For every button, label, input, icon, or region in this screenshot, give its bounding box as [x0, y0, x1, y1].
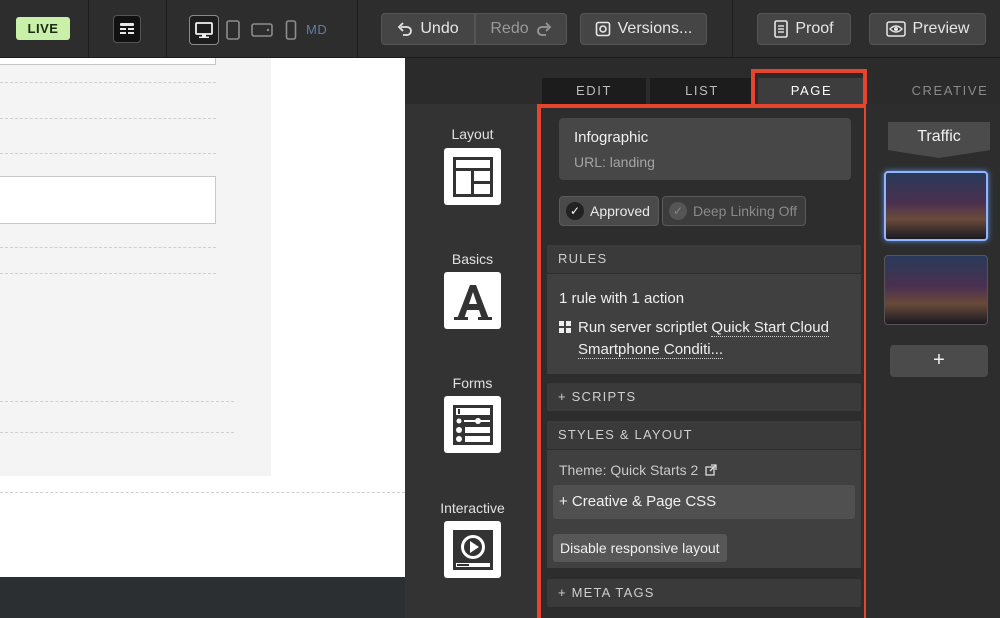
widget-label: Layout: [451, 126, 494, 142]
add-creative-button[interactable]: +: [890, 345, 988, 377]
dashed-guide: [0, 273, 216, 274]
text-a-icon[interactable]: [444, 272, 501, 329]
page-url: URL: landing: [574, 154, 655, 170]
widget-palette: Layout Basics Forms Interactive: [405, 104, 540, 618]
versions-icon: [595, 21, 610, 37]
styles-section-header[interactable]: STYLES & LAYOUT: [547, 421, 861, 449]
approved-toggle[interactable]: ✓ Approved: [559, 196, 659, 226]
rule-action-prefix: Run server scriptlet: [578, 319, 712, 336]
panel-tabs: EDIT LIST PAGE CREATIVE: [405, 58, 1000, 104]
rules-section-header[interactable]: RULES: [547, 245, 861, 273]
document-icon: [774, 20, 789, 38]
disable-responsive-button[interactable]: Disable responsive layout: [553, 534, 727, 562]
page-info-card[interactable]: Infographic URL: landing: [559, 118, 851, 180]
tab-creative[interactable]: CREATIVE: [900, 78, 1000, 104]
page-canvas[interactable]: [0, 58, 405, 577]
page-settings-panel: Infographic URL: landing ✓ Approved ✓ De…: [541, 104, 865, 618]
dashed-guide: [0, 118, 216, 119]
preview-label: Preview: [912, 20, 970, 37]
tab-page[interactable]: PAGE: [758, 78, 865, 104]
creative-page-css-button[interactable]: + Creative & Page CSS: [553, 485, 855, 519]
external-edit-icon[interactable]: [705, 464, 717, 476]
toolbar-divider: [732, 0, 733, 58]
phone-view-icon[interactable]: [282, 19, 300, 41]
canvas-element-box[interactable]: [0, 58, 216, 65]
proof-label: Proof: [795, 20, 834, 37]
toolbar-divider: [88, 0, 89, 58]
tab-edit[interactable]: EDIT: [542, 78, 646, 104]
widget-forms[interactable]: Forms: [405, 375, 540, 391]
tablet-landscape-view-icon[interactable]: [250, 21, 274, 39]
dashed-guide: [0, 401, 234, 402]
redo-icon: [536, 22, 551, 36]
preview-eye-icon: [885, 21, 906, 37]
theme-label: Theme: Quick Starts 2: [559, 462, 699, 478]
proof-button[interactable]: Proof: [757, 13, 851, 45]
form-icon[interactable]: [444, 396, 501, 453]
components-panel-icon[interactable]: [113, 15, 141, 43]
scriptlet-link[interactable]: Quick Start Cloud: [711, 319, 829, 337]
versions-label: Versions...: [617, 20, 693, 37]
scriptlet-link-continued[interactable]: Smartphone Conditi...: [578, 341, 724, 359]
widget-layout[interactable]: Layout: [405, 126, 540, 142]
top-toolbar: LIVE MD Undo Redo Versions... Proof Prev…: [0, 0, 1000, 58]
creative-column: Traffic +: [866, 104, 1000, 618]
widget-label: Interactive: [440, 500, 505, 516]
tablet-view-icon[interactable]: [223, 19, 243, 41]
grid-icon: [559, 321, 571, 333]
styles-section-body: Theme: Quick Starts 2 + Creative & Page …: [547, 450, 861, 568]
dashed-guide: [0, 153, 216, 154]
undo-label: Undo: [420, 20, 459, 37]
redo-label: Redo: [490, 20, 529, 37]
toolbar-divider: [166, 0, 167, 58]
app-root: LIVE MD Undo Redo Versions... Proof Prev…: [0, 0, 1000, 618]
widget-interactive[interactable]: Interactive: [405, 500, 540, 516]
rule-action[interactable]: Run server scriptlet Quick Start Cloud S…: [559, 317, 849, 361]
versions-button[interactable]: Versions...: [580, 13, 707, 45]
deep-linking-toggle[interactable]: ✓ Deep Linking Off: [662, 196, 807, 226]
approved-label: Approved: [590, 203, 650, 219]
meta-tags-section-header[interactable]: + META TAGS: [547, 579, 861, 607]
dashed-guide: [0, 247, 216, 248]
desktop-view-icon[interactable]: [189, 15, 219, 45]
canvas-section[interactable]: [0, 58, 271, 476]
creative-thumbnail-selected[interactable]: [884, 171, 988, 241]
rules-section-body: 1 rule with 1 action Run server scriptle…: [547, 274, 861, 374]
canvas-input-field[interactable]: [0, 176, 216, 224]
dashed-guide: [0, 492, 405, 493]
scripts-section-header[interactable]: + SCRIPTS: [547, 383, 861, 411]
dashed-guide: [0, 432, 234, 433]
widget-label: Forms: [452, 375, 493, 391]
widget-basics[interactable]: Basics: [405, 251, 540, 267]
creative-thumbnail[interactable]: [884, 255, 988, 325]
tab-list[interactable]: LIST: [650, 78, 754, 104]
deep-linking-label: Deep Linking Off: [693, 203, 798, 219]
undo-button[interactable]: Undo: [381, 13, 475, 45]
undo-icon: [398, 22, 413, 36]
checkmark-icon: ✓: [669, 202, 687, 220]
device-size-label: MD: [306, 22, 328, 37]
rules-summary: 1 rule with 1 action: [559, 290, 685, 307]
redo-button[interactable]: Redo: [475, 13, 567, 45]
traffic-button[interactable]: Traffic: [888, 122, 990, 158]
live-badge[interactable]: LIVE: [16, 17, 70, 40]
video-play-icon[interactable]: [444, 521, 501, 578]
theme-row: Theme: Quick Starts 2: [559, 462, 717, 478]
widget-label: Basics: [451, 251, 494, 267]
dashed-guide: [0, 82, 216, 83]
toolbar-divider: [357, 0, 358, 58]
canvas-footer-strip: [0, 577, 405, 618]
checkmark-icon: ✓: [566, 202, 584, 220]
layout-icon[interactable]: [444, 148, 501, 205]
preview-button[interactable]: Preview: [869, 13, 986, 45]
page-title: Infographic: [574, 129, 649, 146]
